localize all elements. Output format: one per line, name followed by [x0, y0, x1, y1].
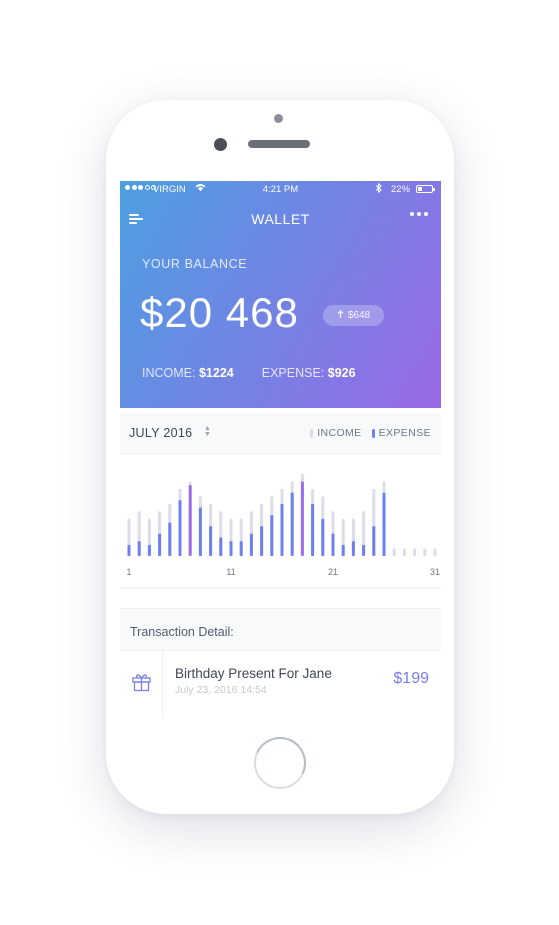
expense-bar-7: [188, 485, 192, 556]
transaction-icon-cell: [120, 651, 163, 718]
page-title: WALLET: [251, 211, 310, 227]
home-button[interactable]: [254, 737, 306, 789]
legend-income-label: INCOME: [317, 427, 362, 439]
income-expense-summary: INCOME: $1224 EXPENSE: $926: [142, 366, 356, 380]
balance-change-value: $648: [347, 310, 371, 321]
x-tick-label: 11: [226, 567, 235, 577]
income-legend-swatch: [310, 428, 314, 438]
x-tick-label: 1: [126, 567, 131, 577]
x-tick-label: 31: [430, 567, 440, 577]
expense-bar-20: [321, 518, 325, 556]
income-value: $1224: [198, 366, 234, 380]
gift-icon: [131, 671, 152, 697]
expense-value: $926: [327, 366, 356, 380]
income-bar-31: [433, 548, 437, 556]
more-options-icon[interactable]: [410, 212, 428, 216]
income-bar-27: [392, 548, 396, 556]
expense-bar-10: [219, 537, 223, 556]
transaction-title: Birthday Present For Jane: [175, 666, 332, 681]
balance-label: YOUR BALANCE: [142, 257, 248, 271]
expense-bar-11: [229, 541, 233, 556]
battery-percent: 22%: [391, 184, 411, 195]
expense-bar-19: [311, 503, 315, 556]
expense-bar-21: [331, 533, 335, 556]
arrow-up-icon: [337, 309, 344, 322]
x-tick-label: 21: [328, 567, 338, 577]
expense-bar-9: [209, 526, 213, 556]
income-bar-30: [423, 548, 427, 556]
balance-header: VIRGIN 4:21 PM 22% WALLET YOUR BALANCE $…: [120, 181, 441, 408]
expense-bar-17: [290, 492, 294, 556]
income-bar-28: [402, 548, 406, 556]
expense-label: EXPENSE:: [261, 366, 325, 380]
battery-icon: [416, 185, 435, 193]
expense-bar-12: [239, 541, 243, 556]
expense-bar-2: [137, 541, 141, 556]
expense-bar-16: [280, 503, 284, 556]
expense-bar-15: [270, 515, 274, 556]
chart-legend: INCOME EXPENSE: [310, 427, 431, 439]
transaction-section-label: Transaction Detail:: [130, 625, 234, 639]
expense-bar-5: [168, 522, 172, 556]
expense-bar-4: [158, 533, 162, 556]
income-label: INCOME:: [142, 366, 196, 380]
legend-expense-label: EXPENSE: [378, 427, 431, 439]
expense-legend-swatch: [371, 428, 375, 438]
front-camera: [214, 138, 227, 151]
transaction-item[interactable]: Birthday Present For Jane July 23, 2016 …: [120, 650, 441, 718]
transaction-section-header: Transaction Detail:: [120, 608, 441, 651]
expense-bar-1: [127, 544, 131, 556]
sort-chevron-icon[interactable]: ▲ ▼: [204, 425, 211, 438]
chart-toolbar: JULY 2016 ▲ ▼ INCOME EXPENSE: [120, 413, 441, 454]
expense-bar-13: [249, 533, 253, 556]
balance-change-badge: $648: [323, 305, 384, 326]
expense-bar-23: [351, 541, 355, 556]
month-selector[interactable]: JULY 2016: [129, 426, 192, 440]
bar-chart: 1 11 21 31: [120, 474, 441, 589]
expense-bar-18: [300, 481, 304, 556]
expense-bar-24: [362, 544, 366, 556]
transaction-date: July 23, 2016 14:54: [175, 684, 267, 696]
balance-value: $20 468: [140, 289, 299, 336]
earpiece-speaker: [248, 140, 310, 148]
expense-bar-14: [260, 526, 264, 556]
app-screen: VIRGIN 4:21 PM 22% WALLET YOUR BALANCE $…: [120, 181, 441, 718]
expense-bar-22: [341, 544, 345, 556]
proximity-sensor: [274, 114, 283, 123]
income-bar-29: [413, 548, 417, 556]
expense-bar-25: [372, 526, 376, 556]
expense-bar-3: [147, 544, 151, 556]
expense-bar-8: [198, 507, 202, 556]
income-expense-chart: 1 11 21 31: [120, 454, 441, 589]
transaction-amount: $199: [393, 670, 429, 687]
expense-bar-6: [178, 500, 182, 556]
expense-bar-26: [382, 492, 386, 556]
bluetooth-icon: [375, 182, 382, 195]
status-bar: VIRGIN 4:21 PM 22%: [120, 181, 441, 199]
